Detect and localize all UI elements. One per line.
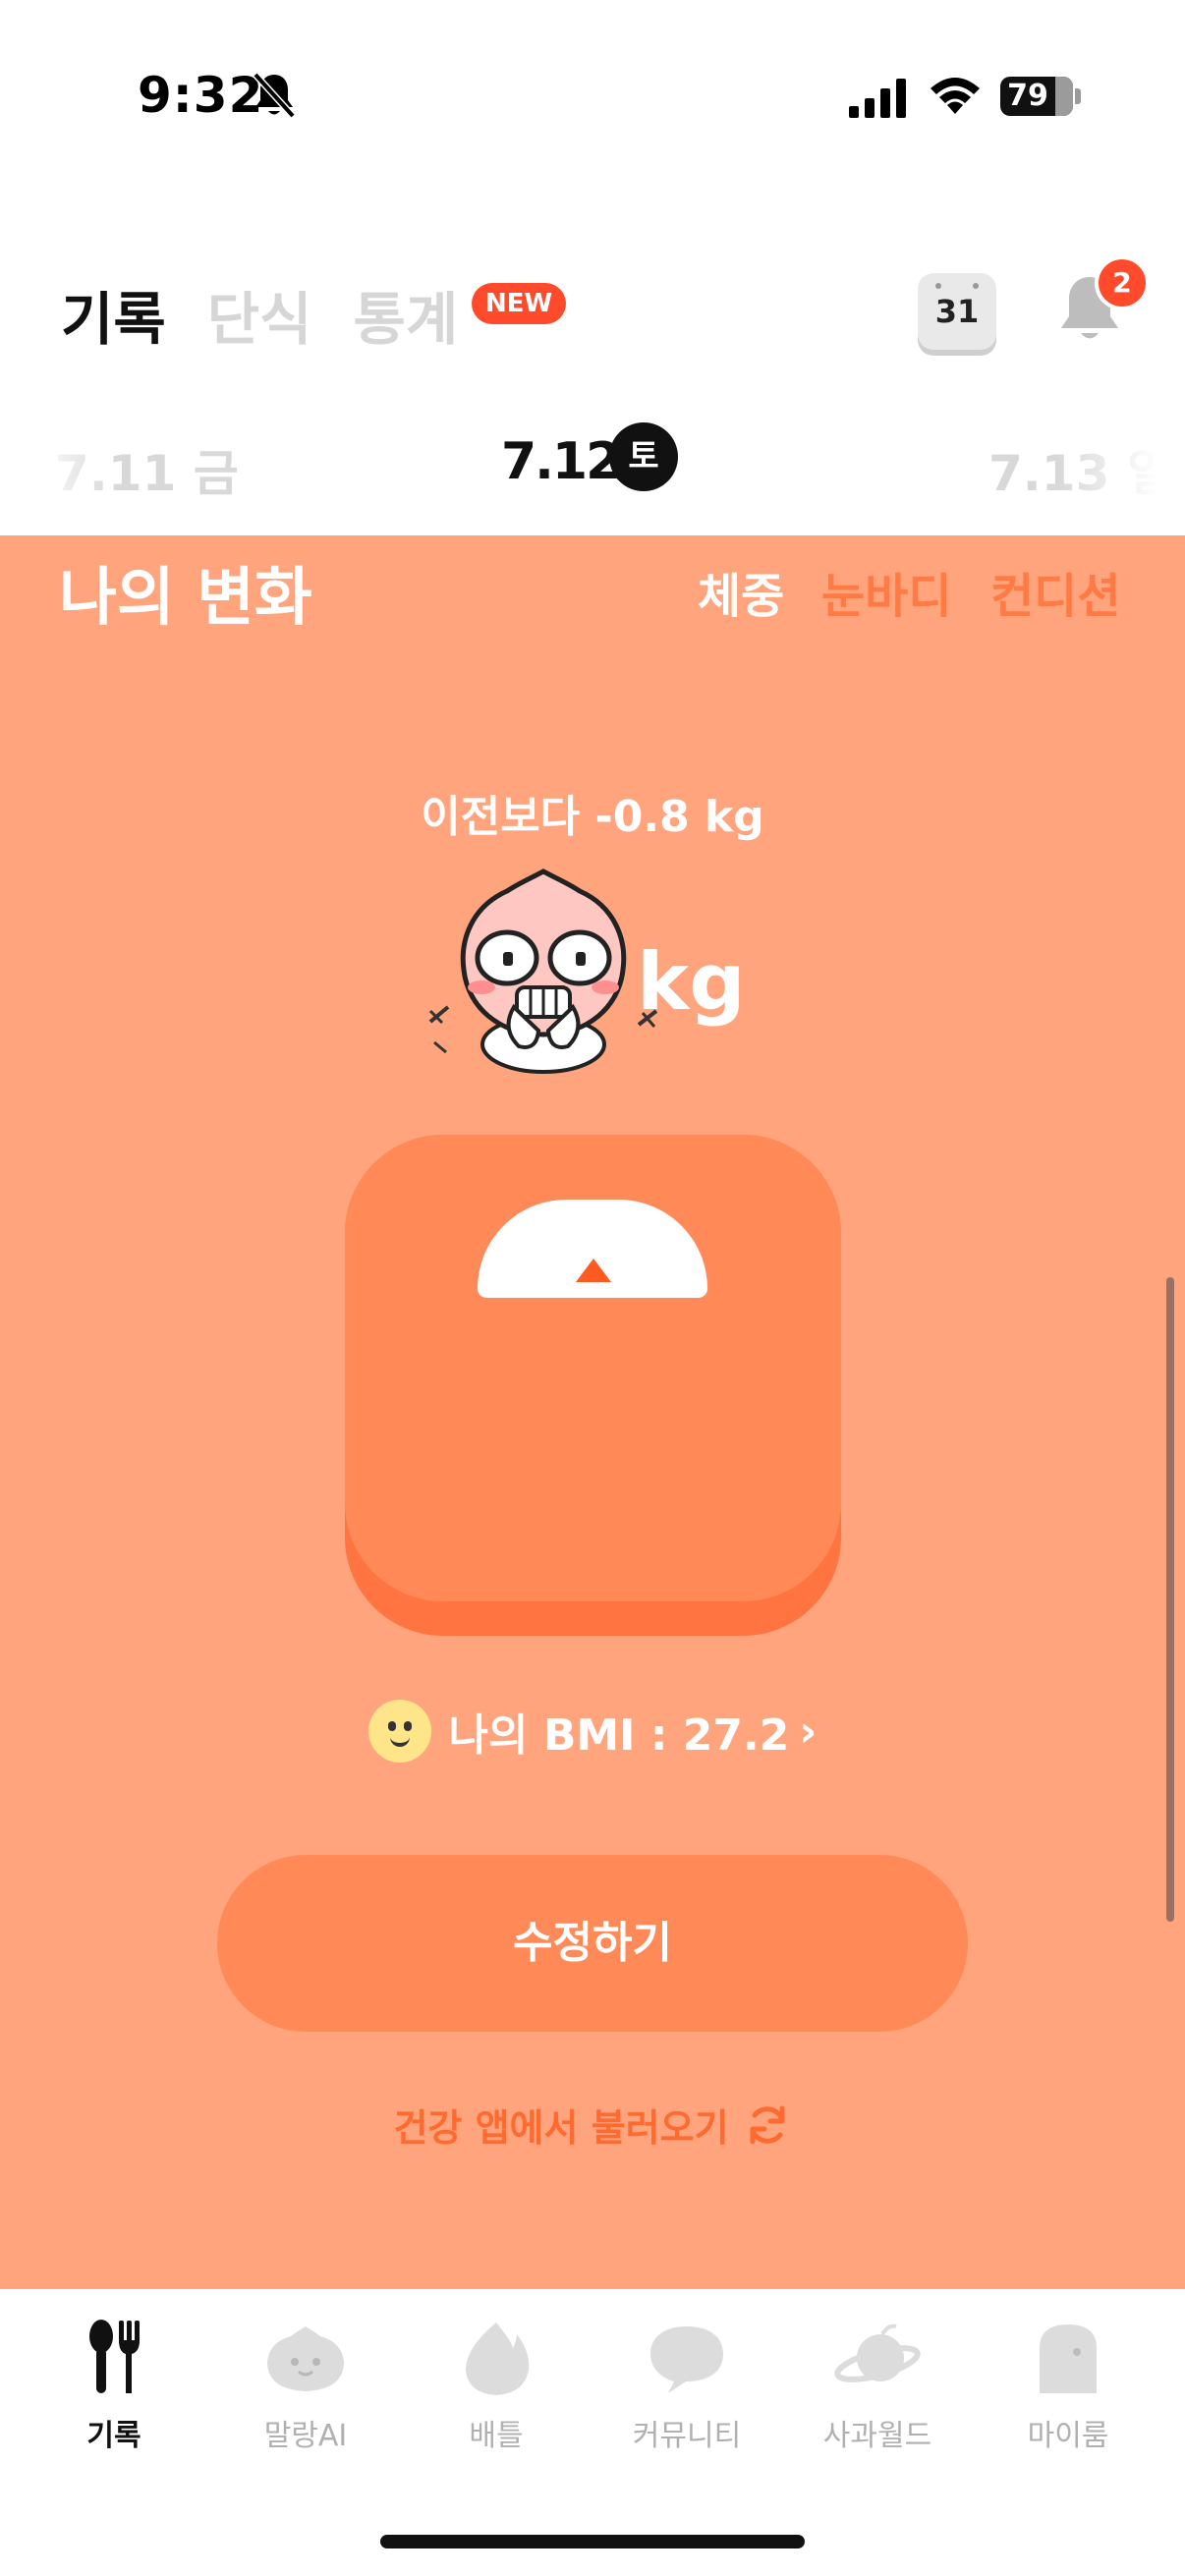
scrollbar[interactable]: [1166, 1277, 1174, 1922]
segment-condition[interactable]: 컨디션: [990, 557, 1120, 626]
nav-battle[interactable]: 배틀: [408, 2319, 585, 2454]
import-text: 건강 앱에서 불러오기: [393, 2106, 729, 2150]
blob-character-icon: [267, 2326, 344, 2391]
nav-apple-world[interactable]: 사과월드: [789, 2319, 966, 2454]
tab-statistics[interactable]: 통계: [353, 273, 458, 356]
my-changes-section: 나의 변화 체중 눈바디 컨디션 이전보다 -0.8 kg kg 나의 BMI …: [0, 535, 1185, 2289]
calendar-day: 31: [934, 293, 980, 330]
date-current-day: 토: [609, 422, 678, 491]
calendar-icon: [935, 283, 979, 289]
notification-count-badge: 2: [1095, 255, 1150, 310]
import-health-app-link[interactable]: 건강 앱에서 불러오기: [0, 2098, 1185, 2152]
nav-community[interactable]: 커뮤니티: [598, 2319, 775, 2454]
nav-label: 사과월드: [822, 2419, 932, 2453]
weight-delta: 이전보다 -0.8 kg: [421, 792, 764, 842]
battery-icon: 79: [1000, 77, 1081, 116]
bmi-text: 나의 BMI : 27.2: [448, 1710, 790, 1761]
nav-mallang-ai[interactable]: 말랑AI: [217, 2319, 394, 2454]
status-time: 9:32: [138, 67, 264, 124]
date-strip: 7.11 금 7.12 토 7.13 일: [0, 413, 1185, 511]
main-tabs: 기록 단식 통계: [61, 275, 499, 354]
edit-button[interactable]: 수정하기: [217, 1855, 968, 2032]
nav-label: 배틀: [469, 2419, 524, 2453]
refresh-icon: [750, 2105, 785, 2144]
nav-record[interactable]: 기록: [26, 2319, 202, 2454]
section-title: 나의 변화: [59, 562, 312, 635]
status-bar: 9:32 79: [0, 0, 1185, 196]
bottom-nav: 기록 말랑AI 배틀 커뮤니티 사과월드 마이룸: [0, 2289, 1185, 2576]
bmi-row[interactable]: 나의 BMI : 27.2 ›: [0, 1700, 1185, 1763]
peach-character-icon: [428, 868, 658, 1074]
battery-level: 79: [1007, 79, 1048, 113]
fade-right: [1057, 413, 1185, 511]
nav-label: 커뮤니티: [632, 2419, 742, 2453]
planet-icon: [834, 2324, 921, 2382]
tab-fasting[interactable]: 단식: [207, 273, 312, 356]
nav-label: 말랑AI: [263, 2419, 348, 2453]
nav-label: 기록: [86, 2419, 141, 2453]
ghost-room-icon: [1040, 2324, 1097, 2393]
home-indicator: [380, 2535, 805, 2548]
date-current: 7.12: [501, 432, 621, 491]
smiley-face-icon: [367, 1700, 431, 1763]
chevron-right-icon: ›: [799, 1706, 818, 1757]
nav-my-room[interactable]: 마이룸: [980, 2319, 1157, 2454]
flame-icon: [466, 2323, 530, 2395]
calendar-button[interactable]: 31: [918, 273, 996, 350]
bell-muted-icon: [253, 72, 296, 119]
scale-pointer-icon: [576, 1259, 611, 1282]
segment-eye-body[interactable]: 눈바디: [821, 557, 951, 626]
nav-label: 마이룸: [1027, 2419, 1109, 2453]
wifi-icon: [931, 78, 980, 114]
tab-record[interactable]: 기록: [61, 273, 166, 356]
fork-knife-icon: [89, 2320, 140, 2393]
cellular-signal-icon: [849, 79, 906, 118]
chat-bubble-icon: [650, 2326, 723, 2393]
segment-weight[interactable]: 체중: [698, 557, 784, 626]
fade-left: [0, 413, 118, 511]
new-badge: NEW: [472, 283, 567, 324]
